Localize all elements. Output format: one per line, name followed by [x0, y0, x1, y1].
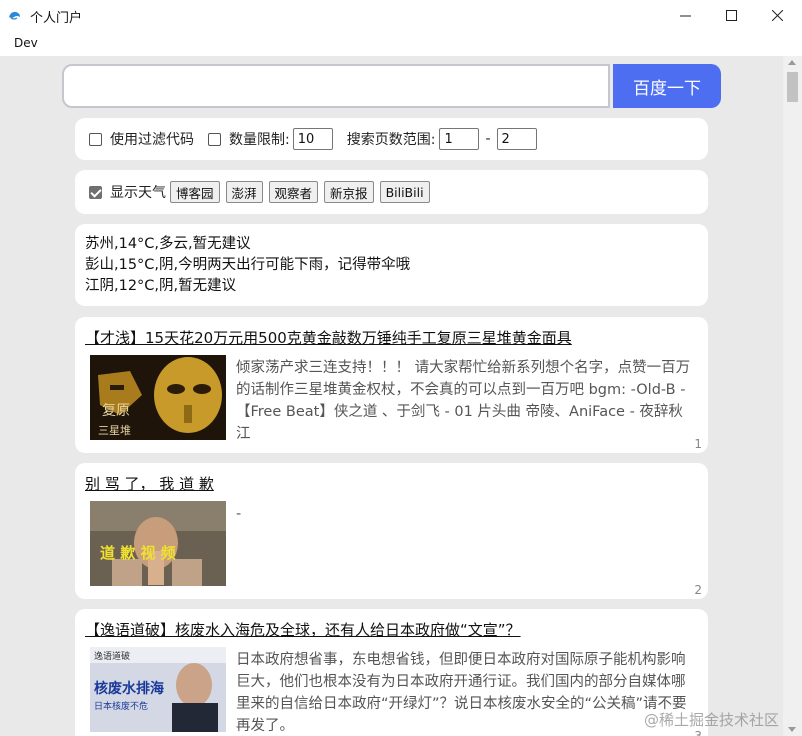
scroll-down-arrow-icon[interactable] [788, 727, 796, 732]
weather-toggle-label: 显示天气 [110, 185, 166, 201]
close-icon [771, 9, 783, 21]
scrollbar-thumb[interactable] [787, 72, 798, 102]
search-input[interactable] [62, 64, 610, 108]
maximize-icon [725, 9, 737, 21]
svg-text:日本核废不危: 日本核废不危 [94, 700, 148, 712]
article-card: 别 骂 了， 我 道 歉 道 歉 视 频 - 2 [75, 463, 708, 599]
filter-checkbox[interactable] [89, 132, 102, 146]
article-description: 倾家荡产求三连支持！！！ 请大家帮忙给新系列想个名字，点赞一百万的话制作三星堆黄… [236, 360, 691, 442]
svg-text:核废水排海: 核废水排海 [94, 680, 164, 697]
golden-mask-image: 复原 三星堆 [90, 355, 226, 440]
maximize-button[interactable] [708, 0, 754, 30]
site-button-cnblogs[interactable]: 博客园 [170, 181, 220, 203]
app-icon [9, 11, 20, 20]
menu-dev[interactable]: Dev [14, 36, 38, 50]
article-description: 日本政府想省事，东电想省钱，但即便日本政府对国际原子能机构影响巨大，他们也根本没… [236, 652, 687, 734]
filter-label: 使用过滤代码 [110, 132, 194, 148]
options-panel: 使用过滤代码 数量限制: 搜索页数范围: - [75, 118, 708, 160]
weather-panel: 苏州,14°C,多云,暂无建议 彭山,15°C,阴,今明两天出行可能下雨，记得带… [75, 224, 708, 306]
site-button-thepaper[interactable]: 澎湃 [225, 181, 263, 203]
article-card: 【才浅】15天花20万元用500克黄金敲数万锤纯手工复原三星堆黄金面具 复原 三… [75, 317, 708, 453]
svg-text:复原: 复原 [102, 402, 130, 419]
weather-line: 江阴,12°C,阴,暂无建议 [85, 278, 237, 294]
scroll-up-arrow-icon[interactable] [788, 60, 796, 65]
window-title: 个人门户 [30, 11, 83, 26]
article-thumbnail[interactable]: 逸语道破 核废水排海 日本核废不危 [90, 647, 226, 732]
article-thumbnail[interactable]: 道 歉 视 频 [90, 501, 226, 586]
site-button-bilibili[interactable]: BiliBili [379, 181, 430, 203]
article-card: 【逸语道破】核废水入海危及全球，还有人给日本政府做“文宣”？ 逸语道破 核废水排… [75, 609, 708, 736]
svg-text:逸语道破: 逸语道破 [94, 650, 130, 662]
range-separator: - [485, 131, 491, 147]
minimize-button[interactable] [662, 0, 708, 30]
site-toolbar: 显示天气 博客园 澎湃 观察者 新京报 BiliBili [75, 170, 708, 214]
range-label: 搜索页数范围: [346, 132, 436, 148]
svg-text:道 歉 视 频: 道 歉 视 频 [100, 544, 176, 562]
search-bar: 百度一下 [62, 64, 722, 108]
weather-line: 苏州,14°C,多云,暂无建议 [85, 236, 251, 252]
article-thumbnail[interactable]: 复原 三星堆 [90, 355, 226, 440]
wastewater-news-image: 逸语道破 核废水排海 日本核废不危 [90, 647, 226, 732]
article-index: 1 [694, 437, 702, 451]
main-content: 百度一下 使用过滤代码 数量限制: 搜索页数范围: - 显示天气 博客园 澎湃 … [0, 56, 783, 736]
article-description: - [236, 506, 242, 522]
weather-line: 彭山,15°C,阴,今明两天出行可能下雨，记得带伞哦 [85, 257, 411, 273]
range-from-input[interactable] [439, 128, 480, 150]
article-index: 2 [694, 583, 702, 597]
minimize-icon [679, 15, 691, 16]
article-title-link[interactable]: 别 骂 了， 我 道 歉 [85, 473, 214, 494]
limit-checkbox[interactable] [208, 132, 221, 146]
svg-text:三星堆: 三星堆 [98, 424, 131, 437]
article-index: 3 [694, 729, 702, 736]
limit-label: 数量限制: [229, 132, 290, 148]
watermark: @稀土掘金技术社区 [644, 711, 780, 729]
menu-bar: Dev [0, 30, 802, 56]
range-to-input[interactable] [496, 128, 537, 150]
article-title-link[interactable]: 【逸语道破】核废水入海危及全球，还有人给日本政府做“文宣”？ [85, 619, 521, 640]
site-button-bjnews[interactable]: 新京报 [324, 181, 374, 203]
vertical-scrollbar[interactable] [783, 56, 802, 736]
title-bar: 个人门户 [0, 0, 802, 30]
limit-input[interactable] [292, 128, 333, 150]
apology-video-image: 道 歉 视 频 [90, 501, 226, 586]
weather-checkbox[interactable] [89, 185, 102, 199]
article-title-link[interactable]: 【才浅】15天花20万元用500克黄金敲数万锤纯手工复原三星堆黄金面具 [85, 327, 572, 348]
close-button[interactable] [754, 0, 800, 30]
search-button[interactable]: 百度一下 [613, 64, 721, 108]
site-button-guancha[interactable]: 观察者 [268, 181, 319, 203]
